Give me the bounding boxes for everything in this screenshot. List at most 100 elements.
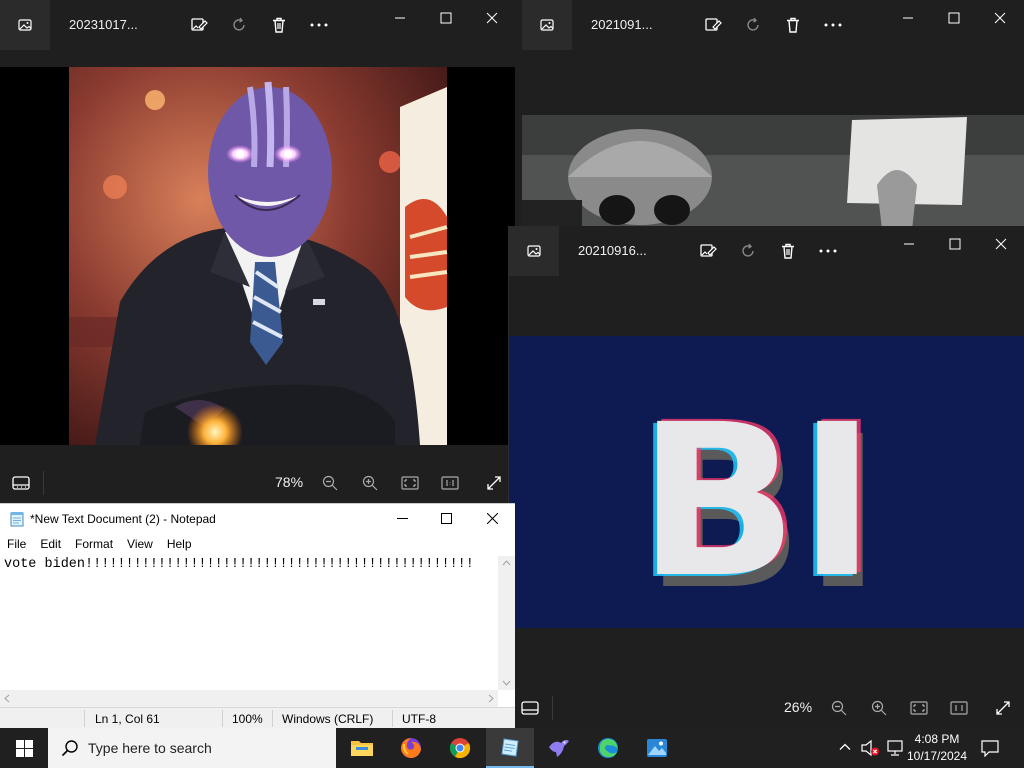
notepad-window: *New Text Document (2) - Notepad File Ed… <box>0 503 515 728</box>
viewer-footer: 26% <box>509 688 1024 728</box>
delete-icon[interactable] <box>776 239 800 263</box>
editor-content: vote biden!!!!!!!!!!!!!!!!!!!!!!!!!!!!!!… <box>4 557 474 572</box>
window-title: 20210916... <box>578 243 647 258</box>
chevron-up-icon[interactable] <box>838 740 852 759</box>
menu-file[interactable]: File <box>0 534 33 556</box>
image-canvas[interactable] <box>522 115 1024 230</box>
notepad-title: *New Text Document (2) - Notepad <box>30 512 216 526</box>
divider <box>272 710 273 727</box>
menu-view[interactable]: View <box>120 534 160 556</box>
divider <box>552 696 553 720</box>
image-canvas[interactable] <box>0 67 515 445</box>
rotate-icon[interactable] <box>736 239 760 263</box>
actual-size-icon[interactable] <box>949 699 969 717</box>
rotate-icon[interactable] <box>227 13 251 37</box>
photos-app-icon <box>522 0 572 50</box>
photo-purple-man-in-suit <box>69 67 448 445</box>
menu-edit[interactable]: Edit <box>33 534 68 556</box>
cursor-position: Ln 1, Col 61 <box>95 712 160 726</box>
menu-format[interactable]: Format <box>68 534 120 556</box>
divider <box>43 471 44 495</box>
full-screen-icon[interactable] <box>993 699 1013 717</box>
more-options-icon[interactable] <box>816 239 840 263</box>
search-icon <box>61 739 79 762</box>
edit-image-icon[interactable] <box>696 239 720 263</box>
divider <box>84 710 85 727</box>
close-icon[interactable] <box>977 4 1023 32</box>
bird-app-icon[interactable] <box>535 728 583 768</box>
clock[interactable]: 4:08 PM 10/17/2024 <box>906 731 968 765</box>
search-box[interactable]: Type here to search <box>48 728 336 768</box>
minimize-icon[interactable] <box>885 4 931 32</box>
clock-time: 4:08 PM <box>914 732 960 746</box>
chrome-icon[interactable] <box>436 728 484 768</box>
line-ending-status: Windows (CRLF) <box>282 712 374 726</box>
glitch-bi-image: BI BI BI BI <box>509 336 1024 628</box>
edit-image-icon[interactable] <box>701 13 725 37</box>
zoom-out-icon[interactable] <box>829 699 849 717</box>
minimize-icon[interactable] <box>377 4 423 32</box>
image-canvas[interactable]: BI BI BI BI <box>509 336 1024 628</box>
notifications-icon[interactable] <box>980 739 1000 762</box>
text-editor[interactable]: vote biden!!!!!!!!!!!!!!!!!!!!!!!!!!!!!!… <box>0 556 498 690</box>
divider <box>392 710 393 727</box>
maximize-icon[interactable] <box>931 4 977 32</box>
taskbar: Type here to search 4:08 PM 10/17/2024 <box>0 728 1024 768</box>
minimize-icon[interactable] <box>886 230 932 258</box>
vertical-scrollbar[interactable] <box>498 556 515 690</box>
more-options-icon[interactable] <box>821 13 845 37</box>
fit-to-window-icon[interactable] <box>909 699 929 717</box>
maximize-icon[interactable] <box>423 504 469 532</box>
notepad-titlebar[interactable]: *New Text Document (2) - Notepad <box>0 504 515 534</box>
clock-date: 10/17/2024 <box>906 749 968 763</box>
close-icon[interactable] <box>978 230 1024 258</box>
fit-to-window-icon[interactable] <box>400 474 420 492</box>
photos-icon[interactable] <box>633 728 681 768</box>
delete-icon[interactable] <box>267 13 291 37</box>
photos-app-icon <box>509 226 559 276</box>
encoding-status: UTF-8 <box>402 712 436 726</box>
minimize-icon[interactable] <box>379 504 425 532</box>
close-icon[interactable] <box>469 4 515 32</box>
photos-window-2: 2021091... <box>522 0 1024 230</box>
divider <box>222 710 223 727</box>
photos-app-icon <box>0 0 50 50</box>
menu-help[interactable]: Help <box>160 534 199 556</box>
close-icon[interactable] <box>469 504 515 532</box>
viewer-footer: 78% <box>0 463 515 503</box>
edit-image-icon[interactable] <box>187 13 211 37</box>
delete-icon[interactable] <box>781 13 805 37</box>
photos-window-3: 20210916... BI BI BI BI 26% <box>508 226 1024 728</box>
white-letters: BI <box>638 379 876 624</box>
start-windows-icon[interactable] <box>0 728 48 768</box>
maximize-icon[interactable] <box>423 4 469 32</box>
firefox-icon[interactable] <box>387 728 435 768</box>
actual-size-icon[interactable] <box>440 474 460 492</box>
file-explorer-icon[interactable] <box>338 728 386 768</box>
zoom-in-icon[interactable] <box>360 474 380 492</box>
network-icon[interactable] <box>886 739 904 762</box>
edge-icon[interactable] <box>584 728 632 768</box>
full-screen-icon[interactable] <box>484 474 504 492</box>
titlebar[interactable]: 20210916... <box>509 226 1024 276</box>
photos-window-1: 20231017... 78% <box>0 0 515 503</box>
filmstrip-icon[interactable] <box>11 474 31 492</box>
volume-muted-icon[interactable] <box>860 739 880 762</box>
notepad-icon[interactable] <box>486 728 534 768</box>
more-options-icon[interactable] <box>307 13 331 37</box>
filmstrip-icon[interactable] <box>520 699 540 717</box>
search-placeholder: Type here to search <box>88 740 212 756</box>
zoom-status: 100% <box>232 712 263 726</box>
maximize-icon[interactable] <box>932 230 978 258</box>
window-title: 20231017... <box>69 17 138 32</box>
window-title: 2021091... <box>591 17 653 32</box>
notepad-app-icon <box>9 511 25 527</box>
titlebar[interactable]: 2021091... <box>522 0 1024 50</box>
zoom-in-icon[interactable] <box>869 699 889 717</box>
horizontal-scrollbar[interactable] <box>0 690 498 707</box>
menu-bar: File Edit Format View Help <box>0 534 515 556</box>
rotate-icon[interactable] <box>741 13 765 37</box>
zoom-out-icon[interactable] <box>320 474 340 492</box>
titlebar[interactable]: 20231017... <box>0 0 515 50</box>
photo-grayscale-person <box>522 115 1024 230</box>
